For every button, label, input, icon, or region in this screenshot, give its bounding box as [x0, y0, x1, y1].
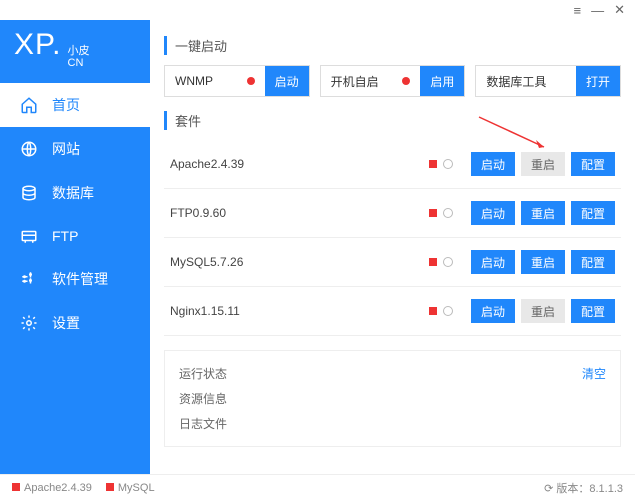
status-square [106, 483, 114, 491]
sidebar-item-label: 软件管理 [52, 269, 108, 289]
status-circle [443, 257, 453, 267]
service-row: Nginx1.15.11 启动重启配置 [164, 287, 621, 336]
sidebar-item-label: 设置 [52, 313, 80, 333]
sidebar-item-label: 首页 [52, 95, 80, 115]
footer-item-label: MySQL [118, 482, 155, 494]
restart-button[interactable]: 重启 [521, 299, 565, 323]
service-list: Apache2.4.39启动重启配置FTP0.9.60启动重启配置MySQL5.… [164, 140, 621, 336]
config-button[interactable]: 配置 [571, 250, 615, 274]
logo: XP. 小皮 CN [0, 20, 150, 83]
quick-label: 数据库工具 [486, 73, 546, 90]
footer-item-label: Apache2.4.39 [24, 482, 92, 494]
footer-mysql: MySQL [106, 482, 155, 494]
sidebar: XP. 小皮 CN 首页 网站 数据库 FTP 软件管理 设置 [0, 20, 150, 474]
info-box: 运行状态 清空 资源信息 日志文件 [164, 350, 621, 447]
sidebar-item-settings[interactable]: 设置 [0, 301, 150, 345]
service-row: Apache2.4.39 启动重启配置 [164, 140, 621, 189]
quick-dbtool: 数据库工具 打开 [475, 65, 621, 97]
status-square [429, 209, 437, 217]
info-logs-label: 日志文件 [179, 415, 227, 432]
status-circle [443, 306, 453, 316]
logo-cn: 小皮 CN [68, 45, 90, 69]
restart-button[interactable]: 重启 [521, 201, 565, 225]
close-icon[interactable]: ✕ [614, 2, 625, 18]
status-square [12, 483, 20, 491]
status-square [429, 307, 437, 315]
service-status [429, 159, 453, 169]
section-suite: 套件 [164, 111, 621, 130]
footer-apache: Apache2.4.39 [12, 482, 92, 494]
status-dot [247, 77, 255, 85]
start-button[interactable]: 启动 [471, 250, 515, 274]
service-name: Apache2.4.39 [170, 157, 421, 171]
config-button[interactable]: 配置 [571, 299, 615, 323]
titlebar: ≡ — ✕ [0, 0, 635, 20]
menu-icon[interactable]: ≡ [574, 3, 582, 18]
service-status [429, 208, 453, 218]
quick-wnmp: WNMP 启动 [164, 65, 310, 97]
info-status-label: 运行状态 [179, 365, 227, 382]
start-wnmp-button[interactable]: 启动 [265, 66, 309, 96]
service-name: FTP0.9.60 [170, 206, 421, 220]
sidebar-item-label: 数据库 [52, 183, 94, 203]
status-square [429, 160, 437, 168]
service-name: MySQL5.7.26 [170, 255, 421, 269]
footer-version: ⟳ 版本：8.1.1.3 [544, 480, 623, 496]
ftp-icon [20, 227, 38, 245]
sidebar-item-label: FTP [52, 228, 78, 244]
status-dot [402, 77, 410, 85]
home-icon [20, 96, 38, 114]
db-icon [20, 184, 38, 202]
sidebar-item-software[interactable]: 软件管理 [0, 257, 150, 301]
minimize-icon[interactable]: — [591, 3, 604, 18]
config-button[interactable]: 配置 [571, 201, 615, 225]
service-buttons: 启动重启配置 [471, 250, 615, 274]
logo-line2: CN [68, 57, 90, 69]
service-buttons: 启动重启配置 [471, 152, 615, 176]
logo-line1: 小皮 [68, 45, 90, 57]
logo-xp: XP. [14, 28, 62, 62]
globe-icon [20, 140, 38, 158]
quick-start-row: WNMP 启动 开机自启 启用 数据库工具 打开 [164, 65, 621, 97]
quick-label: WNMP [175, 74, 213, 88]
version-value: 8.1.1.3 [589, 483, 623, 495]
refresh-icon[interactable]: ⟳ [544, 483, 553, 495]
service-buttons: 启动重启配置 [471, 299, 615, 323]
version-label: 版本： [556, 483, 589, 495]
main-container: XP. 小皮 CN 首页 网站 数据库 FTP 软件管理 设置 [0, 20, 635, 474]
status-circle [443, 208, 453, 218]
quick-label: 开机自启 [331, 73, 379, 90]
enable-autostart-button[interactable]: 启用 [420, 66, 464, 96]
open-dbtool-button[interactable]: 打开 [576, 66, 620, 96]
start-button[interactable]: 启动 [471, 201, 515, 225]
quick-autostart: 开机自启 启用 [320, 65, 466, 97]
sidebar-item-website[interactable]: 网站 [0, 127, 150, 171]
start-button[interactable]: 启动 [471, 152, 515, 176]
restart-button[interactable]: 重启 [521, 152, 565, 176]
sw-icon [20, 270, 38, 288]
footer: Apache2.4.39 MySQL ⟳ 版本：8.1.1.3 [0, 474, 635, 500]
status-circle [443, 159, 453, 169]
content: 一键启动 WNMP 启动 开机自启 启用 数据库工具 打开 套件 Apache2… [150, 20, 635, 474]
section-quick-start: 一键启动 [164, 36, 621, 55]
service-buttons: 启动重启配置 [471, 201, 615, 225]
service-name: Nginx1.15.11 [170, 304, 421, 318]
info-resource-label: 资源信息 [179, 390, 227, 407]
start-button[interactable]: 启动 [471, 299, 515, 323]
restart-button[interactable]: 重启 [521, 250, 565, 274]
service-status [429, 257, 453, 267]
sidebar-item-home[interactable]: 首页 [0, 83, 150, 127]
clear-button[interactable]: 清空 [582, 365, 606, 382]
sidebar-item-ftp[interactable]: FTP [0, 215, 150, 257]
service-row: MySQL5.7.26 启动重启配置 [164, 238, 621, 287]
service-status [429, 306, 453, 316]
sidebar-item-label: 网站 [52, 139, 80, 159]
gear-icon [20, 314, 38, 332]
footer-status: Apache2.4.39 MySQL [12, 482, 155, 494]
service-row: FTP0.9.60 启动重启配置 [164, 189, 621, 238]
status-square [429, 258, 437, 266]
sidebar-item-database[interactable]: 数据库 [0, 171, 150, 215]
config-button[interactable]: 配置 [571, 152, 615, 176]
